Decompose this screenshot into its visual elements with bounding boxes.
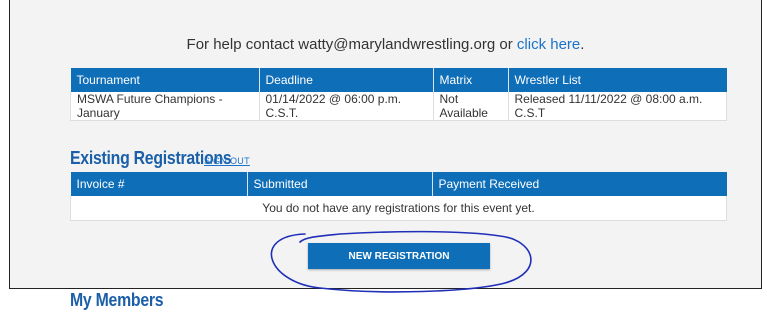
content-frame: For help contact watty@marylandwrestling…	[9, 0, 762, 310]
matrix-value: Not Available	[432, 92, 508, 121]
tournament-name: MSWA Future Champions - January	[70, 92, 259, 121]
registrations-header-row: Invoice # Submitted Payment Received	[70, 172, 727, 196]
col-invoice: Invoice #	[70, 172, 247, 196]
help-prefix: For help contact watty@marylandwrestling…	[186, 36, 517, 53]
col-matrix: Matrix	[432, 68, 508, 92]
deadline-value: 01/14/2022 @ 06:00 p.m. C.S.T.	[258, 92, 433, 121]
registrations-table: Invoice # Submitted Payment Received You…	[70, 172, 727, 221]
click-here-link[interactable]: click here	[517, 36, 580, 53]
tournament-header-row: Tournament Deadline Matrix Wrestler List	[70, 68, 727, 92]
help-suffix: .	[580, 36, 585, 53]
my-members-title: My Members	[70, 290, 164, 310]
table-row: You do not have any registrations for th…	[70, 196, 727, 221]
tournament-table: Tournament Deadline Matrix Wrestler List…	[70, 68, 727, 121]
col-submitted: Submitted	[246, 172, 432, 196]
table-row: MSWA Future Champions - January 01/14/20…	[70, 92, 727, 121]
wrestler-list-value: Released 11/11/2022 @ 08:00 a.m. C.S.T	[507, 92, 727, 121]
new-registration-button[interactable]: NEW REGISTRATION	[308, 243, 490, 269]
empty-registrations-message: You do not have any registrations for th…	[70, 196, 727, 221]
col-wrestler-list: Wrestler List	[507, 68, 727, 92]
help-text: For help contact watty@marylandwrestling…	[10, 36, 761, 53]
col-tournament: Tournament	[70, 68, 259, 92]
col-deadline: Deadline	[258, 68, 433, 92]
sign-out-link[interactable]: SIGN OUT	[204, 156, 250, 166]
col-payment-received: Payment Received	[431, 172, 727, 196]
